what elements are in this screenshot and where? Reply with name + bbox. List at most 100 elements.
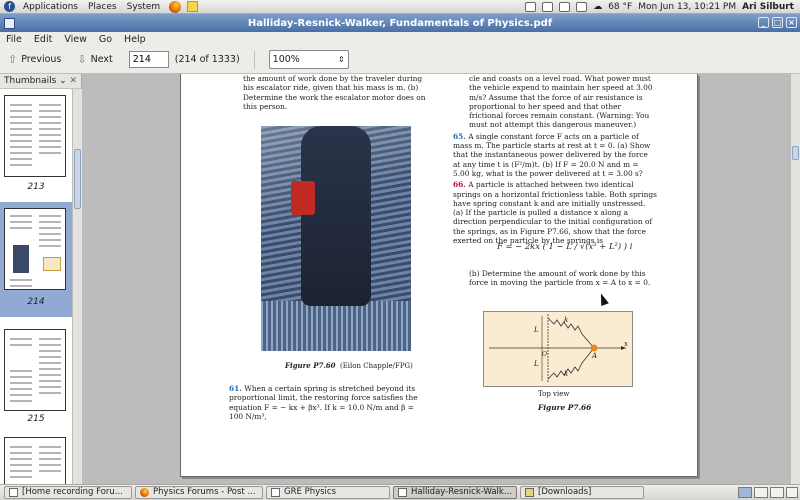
sidebar-header: Thumbnails ⌄ ✕	[0, 74, 81, 89]
previous-page-button[interactable]: ⇧ Previous	[0, 53, 69, 66]
menu-view[interactable]: View	[58, 34, 93, 45]
spring-diagram: k k L L A x O	[483, 311, 633, 387]
thumbnail-page-label: 214	[27, 297, 45, 307]
problem-text: A single constant force F acts on a part…	[453, 131, 651, 178]
weather-cloud-icon: ☁	[593, 1, 603, 12]
menu-help[interactable]: Help	[118, 34, 152, 45]
spring-diagram-svg	[489, 314, 626, 383]
firefox-icon	[140, 488, 149, 497]
right-column: cle and coasts on a level road. What pow…	[453, 74, 657, 245]
mouse-pointer-icon	[597, 291, 609, 307]
page-count: (214 of 1333)	[174, 54, 240, 65]
thumbnail-page-label: 213	[27, 182, 45, 192]
page-thumbnail[interactable]	[4, 437, 66, 484]
toolbar: ⇧ Previous ⇩ Next (214 of 1333) 100% ⇕	[0, 46, 800, 74]
spin-arrows-icon: ⇕	[337, 55, 345, 64]
volume-icon[interactable]	[542, 1, 554, 12]
page-number-input[interactable]	[128, 51, 169, 68]
clock[interactable]: Mon Jun 13, 10:21 PM	[638, 2, 736, 12]
previous-label: Previous	[21, 54, 62, 65]
zoom-value: 100%	[272, 54, 300, 65]
problem-text: (b) Determine the amount of work done by…	[469, 269, 651, 288]
problem-text: When a certain spring is stretched beyon…	[229, 384, 418, 421]
weather-readout[interactable]: 68 °F	[608, 2, 632, 12]
firefox-launcher-icon[interactable]	[169, 0, 182, 13]
battery-icon[interactable]	[576, 1, 588, 12]
document-scrollbar[interactable]	[790, 74, 800, 484]
window-title: Halliday-Resnick-Walker, Fundamentals of…	[247, 17, 553, 29]
thumbnail-item-selected[interactable]: 214	[0, 202, 72, 317]
minimize-button[interactable]: _	[758, 17, 769, 28]
sidebar-mode-select[interactable]: Thumbnails ⌄	[4, 76, 67, 86]
workspace-4[interactable]	[786, 487, 798, 498]
pdf-page: the amount of work done by the traveler …	[180, 74, 698, 477]
problem-text: A particle is attached between two ident…	[453, 180, 657, 246]
thumbnail-page-label: 215	[27, 414, 45, 424]
force-equation: F = − 2kx ( 1 − L / √(x² + L²) ) i	[497, 241, 633, 251]
document-view[interactable]: the amount of work done by the traveler …	[82, 74, 790, 484]
length-label-bottom: L	[534, 360, 539, 368]
left-column: the amount of work done by the traveler …	[243, 74, 429, 111]
thumbnail-item[interactable]: 215	[0, 317, 72, 427]
spring-constant-label-top: k	[564, 316, 569, 324]
thumbnail-item[interactable]: 213	[0, 89, 72, 202]
arrow-up-icon: ⇧	[8, 53, 18, 66]
user-menu[interactable]: Ari Silburt	[742, 2, 794, 12]
thumbnail-list[interactable]: 213 214 215	[0, 89, 72, 484]
display-icon[interactable]	[559, 1, 571, 12]
task-downloads[interactable]: [Downloads]	[520, 486, 644, 499]
workspace-2[interactable]	[754, 487, 768, 498]
page-thumbnail[interactable]	[4, 95, 66, 177]
next-label: Next	[90, 54, 113, 65]
axis-label-x: x	[624, 340, 628, 348]
maximize-button[interactable]: □	[772, 17, 783, 28]
applications-menu[interactable]: Applications	[18, 2, 83, 12]
figure-caption: Figure P7.60 (Eilon Chapple/FPG)	[285, 361, 413, 370]
problem-66b: (b) Determine the amount of work done by…	[469, 269, 657, 288]
task-gre-physics[interactable]: GRE Physics	[266, 486, 390, 499]
origin-label: O	[542, 351, 547, 358]
escalator-photo	[261, 126, 411, 351]
notes-launcher-icon[interactable]	[187, 1, 199, 12]
bottom-panel: [Home recording Foru... Physics Forums -…	[0, 484, 800, 500]
window-icon	[271, 488, 280, 497]
spring-constant-label-bottom: k	[564, 370, 569, 378]
window-icon	[9, 488, 18, 497]
menu-edit[interactable]: Edit	[28, 34, 58, 45]
figure-label: Figure P7.66	[538, 403, 592, 412]
sidebar-scroll-thumb[interactable]	[74, 149, 81, 209]
top-view-label: Top view	[538, 390, 570, 398]
folder-icon	[525, 488, 534, 497]
problem-continuation-text: cle and coasts on a level road. What pow…	[469, 74, 653, 130]
gnome-foot-icon[interactable]: f	[4, 1, 15, 12]
next-page-button[interactable]: ⇩ Next	[69, 53, 120, 66]
problem-continuation-text: the amount of work done by the traveler …	[243, 74, 426, 111]
workspace-3[interactable]	[770, 487, 784, 498]
places-menu[interactable]: Places	[83, 2, 122, 12]
arrow-down-icon: ⇩	[77, 53, 87, 66]
page-thumbnail[interactable]	[4, 208, 66, 290]
task-home-recording[interactable]: [Home recording Foru...	[4, 486, 132, 499]
sidebar-scrollbar[interactable]	[72, 89, 82, 484]
toolbar-separator	[253, 50, 255, 69]
menu-go[interactable]: Go	[93, 34, 118, 45]
pdf-icon	[398, 488, 407, 497]
zoom-select[interactable]: 100% ⇕	[268, 50, 349, 69]
close-button[interactable]: ×	[786, 17, 797, 28]
window-titlebar[interactable]: Halliday-Resnick-Walker, Fundamentals of…	[0, 14, 800, 32]
close-sidebar-icon[interactable]: ✕	[69, 76, 77, 86]
system-menu[interactable]: System	[122, 2, 166, 12]
workspace-1[interactable]	[738, 487, 752, 498]
window-menu-icon[interactable]	[4, 17, 15, 29]
task-halliday-pdf[interactable]: Halliday-Resnick-Walk...	[393, 486, 517, 499]
top-panel: f Applications Places System ☁ 68 °F Mon…	[0, 0, 800, 14]
thumbnail-item[interactable]	[0, 427, 72, 484]
network-icon[interactable]	[525, 1, 537, 12]
thumbnails-sidebar: Thumbnails ⌄ ✕ 213 214 215	[0, 74, 82, 484]
problem-number-highlight: 66.	[453, 180, 466, 190]
menu-file[interactable]: File	[0, 34, 28, 45]
problem-number: 65.	[453, 131, 466, 141]
page-thumbnail[interactable]	[4, 329, 66, 411]
document-scroll-thumb[interactable]	[792, 146, 799, 160]
task-physics-forums[interactable]: Physics Forums - Post ...	[135, 486, 263, 499]
